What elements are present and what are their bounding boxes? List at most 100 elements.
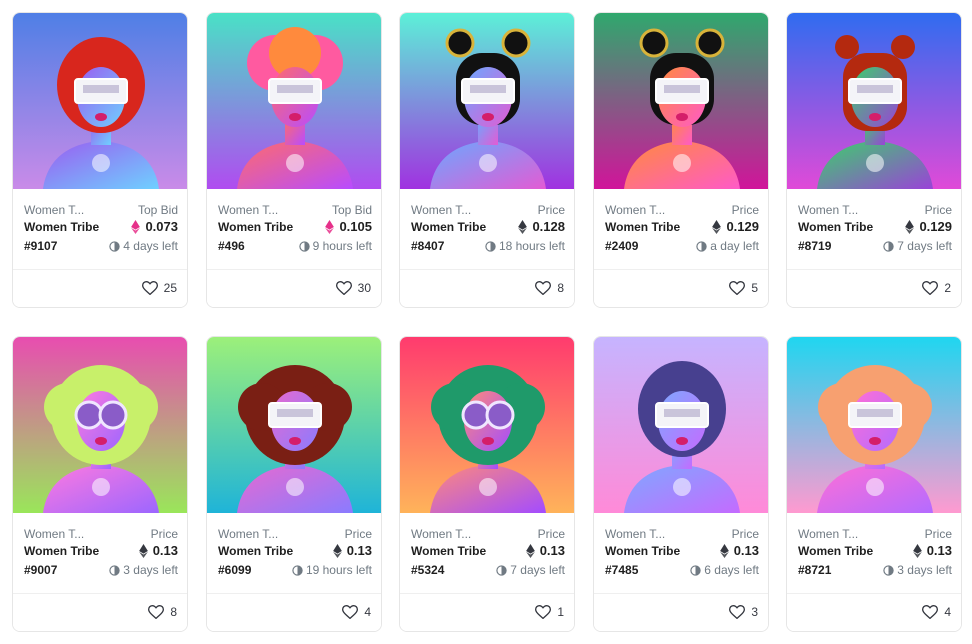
clock-icon — [292, 564, 303, 576]
nft-info: Women T... Price Women Tribe 0.128 #8407 18 h… — [400, 189, 574, 269]
price-label: Price — [731, 203, 759, 217]
time-left: 18 hours left — [485, 239, 565, 253]
nft-name[interactable]: Women Tribe — [218, 220, 293, 234]
nft-image[interactable] — [13, 337, 187, 513]
nft-card[interactable]: Women T... Price Women Tribe 0.128 #8407 18 h… — [399, 12, 575, 308]
favorite-button[interactable]: 4 — [342, 605, 371, 619]
price-label: Price — [924, 527, 952, 541]
time-left-text: 9 hours left — [312, 239, 372, 253]
nft-card[interactable]: Women T... Price Women Tribe 0.13 #8721 3 day… — [786, 336, 962, 632]
like-count: 8 — [170, 605, 177, 619]
heart-icon[interactable] — [729, 605, 746, 619]
heart-icon[interactable] — [729, 281, 746, 295]
time-left: 6 days left — [690, 563, 759, 577]
nft-image[interactable] — [400, 13, 574, 189]
time-left-text: 19 hours left — [305, 563, 372, 577]
heart-icon[interactable] — [141, 281, 158, 295]
favorite-button[interactable]: 2 — [922, 281, 951, 295]
nft-image[interactable] — [207, 337, 381, 513]
eth-icon — [905, 219, 915, 234]
nft-name[interactable]: Women Tribe — [24, 544, 99, 558]
nft-grid: Women T... Top Bid Women Tribe 0.073 #9107 4 … — [0, 0, 972, 644]
collection-name[interactable]: Women T... — [218, 203, 278, 217]
nft-image[interactable] — [787, 13, 961, 189]
price-value: 0.13 — [912, 543, 952, 558]
time-left: 9 hours left — [298, 239, 372, 253]
nft-info: Women T... Price Women Tribe 0.13 #7485 6 day… — [594, 513, 768, 593]
favorite-button[interactable]: 8 — [148, 605, 177, 619]
price-value: 0.073 — [131, 219, 178, 234]
card-footer: 4 — [207, 593, 381, 631]
heart-icon[interactable] — [342, 605, 359, 619]
heart-icon[interactable] — [922, 281, 939, 295]
like-count: 4 — [944, 605, 951, 619]
nft-card[interactable]: Women T... Price Women Tribe 0.13 #5324 7 day… — [399, 336, 575, 632]
nft-name[interactable]: Women Tribe — [411, 220, 486, 234]
card-footer: 4 — [787, 593, 961, 631]
favorite-button[interactable]: 30 — [335, 281, 371, 295]
eth-icon — [525, 543, 535, 558]
favorite-button[interactable]: 8 — [535, 281, 564, 295]
like-count: 2 — [944, 281, 951, 295]
clock-icon — [496, 564, 507, 576]
heart-icon[interactable] — [535, 281, 552, 295]
time-left-text: 18 hours left — [498, 239, 565, 253]
nft-image[interactable] — [787, 337, 961, 513]
collection-name[interactable]: Women T... — [605, 527, 665, 541]
heart-icon[interactable] — [148, 605, 165, 619]
nft-name[interactable]: Women Tribe — [798, 220, 873, 234]
favorite-button[interactable]: 5 — [729, 281, 758, 295]
nft-card[interactable]: Women T... Price Women Tribe 0.13 #7485 6 day… — [593, 336, 769, 632]
collection-name[interactable]: Women T... — [798, 527, 858, 541]
nft-image[interactable] — [594, 337, 768, 513]
nft-card[interactable]: Women T... Top Bid Women Tribe 0.105 #496 9 h… — [206, 12, 382, 308]
collection-name[interactable]: Women T... — [411, 203, 471, 217]
nft-info: Women T... Top Bid Women Tribe 0.105 #496 9 h… — [207, 189, 381, 269]
nft-name[interactable]: Women Tribe — [24, 220, 99, 234]
nft-card[interactable]: Women T... Top Bid Women Tribe 0.073 #9107 4 … — [12, 12, 188, 308]
collection-name[interactable]: Women T... — [218, 527, 278, 541]
price-value: 0.129 — [905, 219, 952, 234]
token-id: #5324 — [411, 563, 445, 577]
price-amount: 0.105 — [339, 219, 372, 234]
token-id: #8407 — [411, 239, 445, 253]
collection-name[interactable]: Women T... — [605, 203, 665, 217]
token-id: #8721 — [798, 563, 832, 577]
collection-name[interactable]: Women T... — [798, 203, 858, 217]
nft-image[interactable] — [207, 13, 381, 189]
nft-card[interactable]: Women T... Price Women Tribe 0.129 #8719 7 da… — [786, 12, 962, 308]
nft-card[interactable]: Women T... Price Women Tribe 0.13 #9007 3 day… — [12, 336, 188, 632]
favorite-button[interactable]: 4 — [922, 605, 951, 619]
token-id: #8719 — [798, 239, 832, 253]
nft-name[interactable]: Women Tribe — [605, 544, 680, 558]
like-count: 5 — [751, 281, 758, 295]
nft-image[interactable] — [594, 13, 768, 189]
eth-icon — [712, 219, 722, 234]
favorite-button[interactable]: 25 — [141, 281, 177, 295]
nft-name[interactable]: Women Tribe — [798, 544, 873, 558]
nft-card[interactable]: Women T... Price Women Tribe 0.129 #2409 a da… — [593, 12, 769, 308]
nft-name[interactable]: Women Tribe — [411, 544, 486, 558]
price-label: Price — [537, 203, 565, 217]
favorite-button[interactable]: 3 — [729, 605, 758, 619]
nft-image[interactable] — [400, 337, 574, 513]
nft-image[interactable] — [13, 13, 187, 189]
card-footer: 1 — [400, 593, 574, 631]
heart-icon[interactable] — [335, 281, 352, 295]
favorite-button[interactable]: 1 — [535, 605, 564, 619]
nft-card[interactable]: Women T... Price Women Tribe 0.13 #6099 19 ho… — [206, 336, 382, 632]
collection-name[interactable]: Women T... — [24, 527, 84, 541]
heart-icon[interactable] — [922, 605, 939, 619]
eth-icon — [719, 543, 729, 558]
collection-name[interactable]: Women T... — [411, 527, 471, 541]
time-left-text: 6 days left — [704, 563, 759, 577]
nft-name[interactable]: Women Tribe — [605, 220, 680, 234]
clock-icon — [690, 564, 701, 576]
eth-icon — [332, 543, 342, 558]
weth-icon — [325, 219, 335, 234]
price-value: 0.129 — [712, 219, 759, 234]
price-amount: 0.13 — [733, 543, 759, 558]
nft-name[interactable]: Women Tribe — [218, 544, 293, 558]
heart-icon[interactable] — [535, 605, 552, 619]
collection-name[interactable]: Women T... — [24, 203, 84, 217]
